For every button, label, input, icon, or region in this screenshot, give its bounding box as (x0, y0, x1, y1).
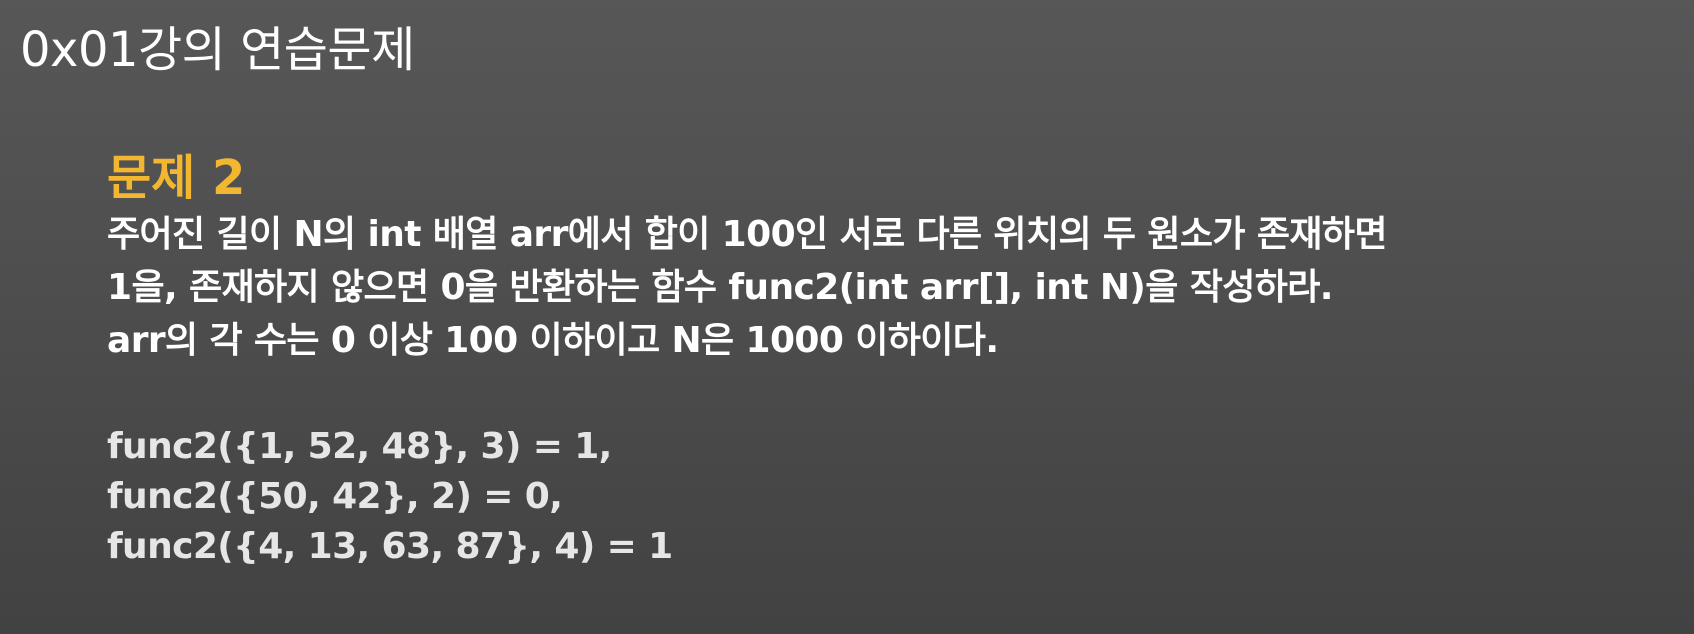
problem-heading: 문제 2 (107, 150, 246, 206)
description-line: 주어진 길이 N의 int 배열 arr에서 합이 100인 서로 다른 위치의… (107, 214, 1388, 255)
description-line: 1을, 존재하지 않으면 0을 반환하는 함수 func2(int arr[],… (107, 267, 1333, 308)
example-line: func2({50, 42}, 2) = 0, (107, 476, 563, 517)
problem-description: 주어진 길이 N의 int 배열 arr에서 합이 100인 서로 다른 위치의… (107, 208, 1667, 367)
example-line: func2({1, 52, 48}, 3) = 1, (107, 426, 612, 467)
examples-block: func2({1, 52, 48}, 3) = 1, func2({50, 42… (107, 422, 1667, 572)
problem-content: 문제 2 주어진 길이 N의 int 배열 arr에서 합이 100인 서로 다… (107, 148, 1667, 572)
slide: 0x01강의 연습문제 문제 2 주어진 길이 N의 int 배열 arr에서 … (0, 0, 1694, 634)
description-line: arr의 각 수는 0 이상 100 이하이고 N은 1000 이하이다. (107, 320, 999, 361)
slide-title: 0x01강의 연습문제 (20, 22, 415, 78)
example-line: func2({4, 13, 63, 87}, 4) = 1 (107, 526, 673, 567)
